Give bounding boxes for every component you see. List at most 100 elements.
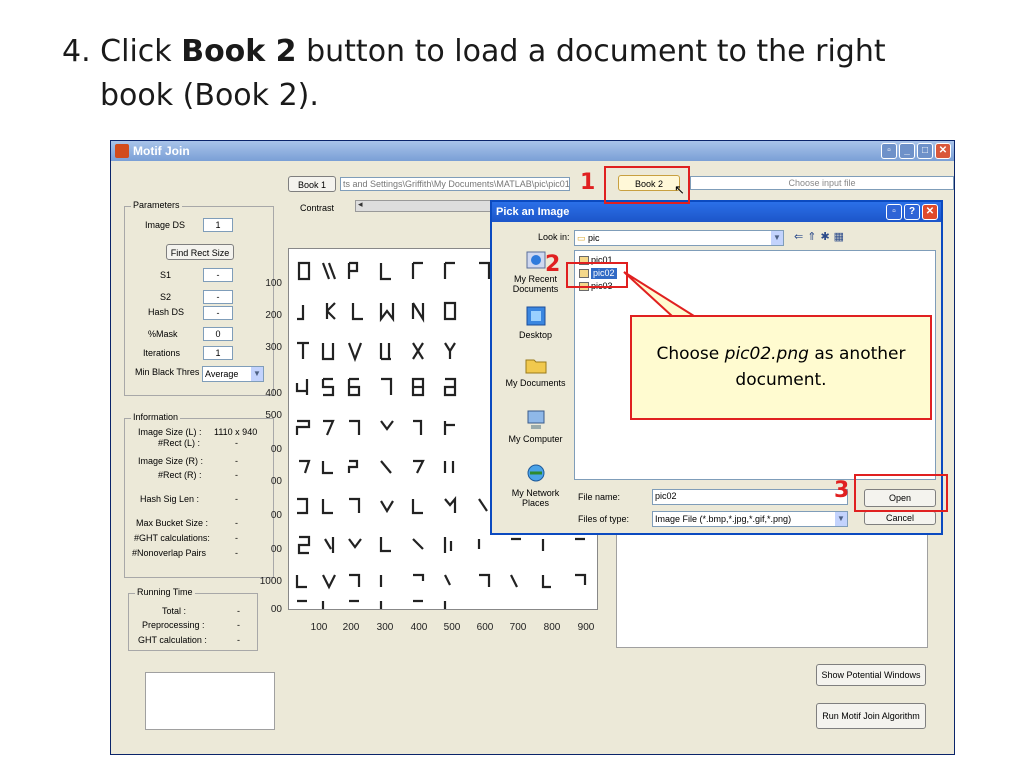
app-titlebar: Motif Join ▫ _ □ ✕ [111, 141, 954, 161]
s1-label: S1 [160, 270, 172, 280]
info-value: - [235, 548, 238, 558]
image-ds-label: Image DS [145, 220, 186, 230]
cancel-button[interactable]: Cancel [864, 511, 936, 525]
folder-icon: ▭ [577, 233, 586, 243]
place-my-documents[interactable]: My Documents [498, 352, 573, 388]
hash-ds-input[interactable]: - [203, 306, 233, 320]
min-black-label: Min Black Thres [135, 367, 200, 377]
y-tick: 00 [270, 510, 282, 521]
info-value: 1110 x 940 [214, 427, 258, 437]
close-icon[interactable]: ✕ [935, 143, 951, 159]
slide-title-step: 4. Click [62, 34, 172, 69]
place-label: Desktop [518, 330, 553, 340]
slide-title: 4. Click Book 2 button to load a documen… [62, 30, 982, 118]
slide-title-rest: button to load a document to the right [306, 34, 886, 69]
hash-ds-label: Hash DS [148, 307, 185, 317]
place-label: My Documents [505, 378, 566, 388]
info-label: Image Size (L) : [138, 427, 202, 437]
chevron-down-icon[interactable]: ▼ [771, 231, 783, 245]
slide-title-line2: book (Book 2). [100, 78, 319, 113]
filetype-select[interactable]: Image File (*.bmp,*.jpg,*.gif,*.png) ▼ [652, 511, 848, 527]
iterations-label: Iterations [143, 348, 181, 358]
contrast-slider[interactable]: ◂ [355, 199, 495, 212]
step-number-2: 2 [545, 252, 561, 277]
highlight-pic02 [566, 262, 628, 288]
my-computer-icon [527, 410, 544, 429]
help-icon[interactable]: ? [904, 204, 920, 220]
image-ds-input[interactable]: 1 [203, 218, 233, 232]
mask-input[interactable]: 0 [203, 327, 233, 341]
nav-toolbar: ⇐⇑✱▦ [794, 230, 848, 243]
filename-input[interactable]: pic02 [652, 489, 848, 505]
note-pre: Choose [656, 344, 725, 364]
book1-path-field[interactable]: ts and Settings\Griffith\My Documents\MA… [340, 177, 570, 191]
running-label: GHT calculation : [138, 635, 207, 645]
x-tick: 300 [376, 622, 394, 633]
running-value: - [237, 620, 240, 630]
place-label: My Computer [508, 434, 563, 444]
s2-input[interactable]: - [203, 290, 233, 304]
s2-label: S2 [160, 292, 172, 302]
iterations-input[interactable]: 1 [203, 346, 233, 360]
view-menu-icon[interactable]: ▦ [834, 231, 848, 243]
look-in-value: pic [588, 233, 600, 243]
step-number-3: 3 [834, 478, 850, 503]
info-value: - [235, 438, 238, 448]
parameters-title: Parameters [131, 200, 182, 210]
slider-left-icon[interactable]: ◂ [358, 199, 363, 210]
new-folder-icon[interactable]: ✱ [820, 231, 833, 243]
s1-input[interactable]: - [203, 268, 233, 282]
mouse-cursor-icon: ↖ [674, 182, 685, 197]
x-tick: 900 [577, 622, 595, 633]
network-places-icon [527, 464, 544, 482]
x-tick: 700 [509, 622, 527, 633]
minimize-icon[interactable]: _ [899, 143, 915, 159]
place-label: My Recent Documents [512, 274, 559, 294]
info-label: #Rect (L) : [158, 438, 201, 448]
places-bar: My Recent Documents Desktop My Documents… [498, 248, 573, 526]
running-time-title: Running Time [135, 587, 195, 597]
show-potential-windows-button[interactable]: Show Potential Windows [816, 664, 926, 686]
highlight-open [854, 474, 948, 512]
dialog-title: Pick an Image [496, 206, 570, 218]
place-recent[interactable]: My Recent Documents [498, 248, 573, 294]
contrast-label: Contrast [300, 203, 335, 213]
run-motif-join-button[interactable]: Run Motif Join Algorithm [816, 703, 926, 729]
running-label: Preprocessing : [142, 620, 205, 630]
min-black-value: Average [205, 369, 239, 379]
close-icon[interactable]: ✕ [922, 204, 938, 220]
matlab-icon [115, 144, 129, 158]
y-tick: 200 [265, 310, 282, 321]
desktop-icon [526, 306, 545, 326]
y-tick: 1000 [259, 576, 282, 587]
y-tick: 100 [265, 278, 282, 289]
instruction-note: Choose pic02.png as another document. [630, 315, 932, 420]
back-icon[interactable]: ⇐ [794, 231, 807, 243]
info-value: - [235, 456, 238, 466]
place-network[interactable]: My Network Places [498, 462, 573, 508]
chevron-down-icon[interactable]: ▼ [251, 367, 263, 381]
y-tick: 00 [270, 476, 282, 487]
place-my-computer[interactable]: My Computer [498, 408, 573, 444]
choose-input-field[interactable]: Choose input file [690, 176, 954, 190]
info-label: #Rect (R) : [158, 470, 202, 480]
step-number-1: 1 [580, 170, 596, 195]
restore-icon[interactable]: ▫ [881, 143, 897, 159]
info-value: - [235, 533, 238, 543]
info-label: Image Size (R) : [138, 456, 204, 466]
chevron-down-icon[interactable]: ▼ [835, 512, 847, 526]
running-label: Total : [162, 606, 187, 616]
slide-title-bold: Book 2 [181, 34, 297, 69]
up-folder-icon[interactable]: ⇑ [807, 231, 820, 243]
info-label: #GHT calculations: [134, 533, 210, 543]
find-rect-size-button[interactable]: Find Rect Size [166, 244, 234, 260]
restore-icon[interactable]: ▫ [886, 204, 902, 220]
place-desktop[interactable]: Desktop [498, 304, 573, 340]
book1-button[interactable]: Book 1 [288, 176, 336, 192]
note-italic: pic02.png [724, 344, 809, 364]
place-label: My Network Places [511, 488, 560, 508]
maximize-icon[interactable]: □ [917, 143, 933, 159]
min-black-select[interactable]: Average ▼ [202, 366, 264, 382]
x-tick: 200 [342, 622, 360, 633]
look-in-select[interactable]: ▭ pic ▼ [574, 230, 784, 246]
